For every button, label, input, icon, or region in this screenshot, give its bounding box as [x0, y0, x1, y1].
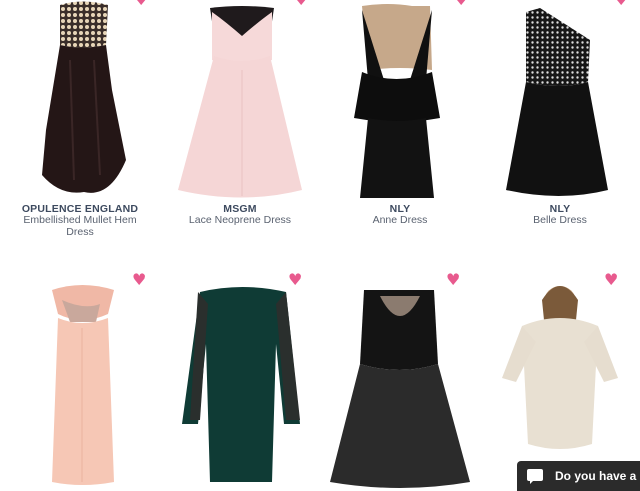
chat-label: Do you have a: [555, 469, 637, 483]
product-image[interactable]: [480, 244, 640, 488]
product-card[interactable]: ♥ NLY Belle Dress: [480, 0, 640, 244]
product-name[interactable]: Belle Dress: [480, 214, 640, 226]
product-name[interactable]: Embellished Mullet Hem: [0, 214, 160, 226]
product-image[interactable]: [160, 244, 320, 488]
product-card[interactable]: ♥: [160, 244, 320, 488]
product-image[interactable]: [320, 244, 480, 488]
product-card[interactable]: ♥ MSGM Lace Neoprene Dress: [160, 0, 320, 244]
chat-widget-button[interactable]: Do you have a: [517, 461, 640, 491]
product-card[interactable]: ♥: [320, 244, 480, 488]
product-image[interactable]: [0, 0, 160, 200]
product-image[interactable]: [320, 0, 480, 200]
product-card[interactable]: ♥: [0, 244, 160, 488]
product-card[interactable]: ♥ NLY Anne Dress: [320, 0, 480, 244]
product-name[interactable]: Anne Dress: [320, 214, 480, 226]
product-grid: ♥ OPULENCE ENGLAND Embellished Mullet He…: [0, 0, 640, 488]
product-name-continued[interactable]: Dress: [0, 226, 160, 238]
product-image[interactable]: [0, 244, 160, 488]
product-card[interactable]: ♥ OPULENCE ENGLAND Embellished Mullet He…: [0, 0, 160, 244]
product-name[interactable]: Lace Neoprene Dress: [160, 214, 320, 226]
product-image[interactable]: [160, 0, 320, 200]
product-card[interactable]: ♥: [480, 244, 640, 488]
product-image[interactable]: [480, 0, 640, 200]
chat-bubble-icon: [527, 469, 543, 484]
